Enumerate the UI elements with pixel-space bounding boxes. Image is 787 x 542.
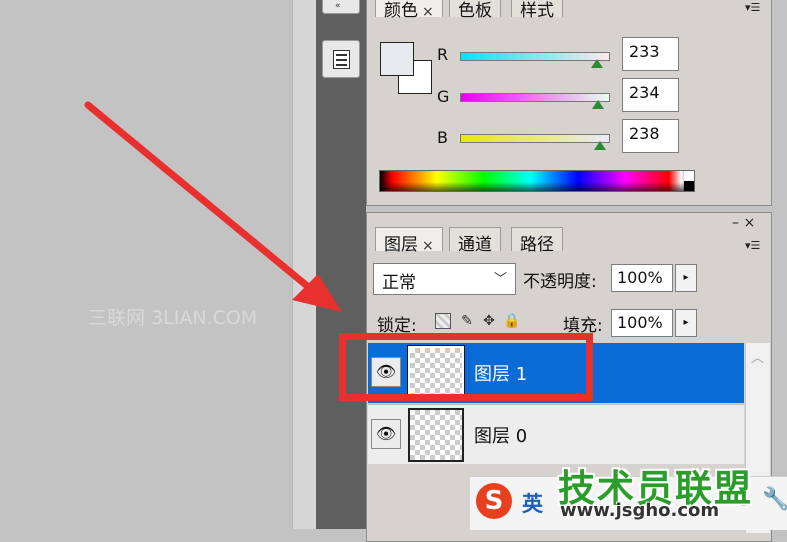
sogou-logo-icon[interactable]: S <box>476 483 512 519</box>
ime-language-toggle[interactable]: 英 <box>522 488 543 518</box>
annotation-highlight-box <box>339 333 593 401</box>
annotation-arrow <box>84 101 342 312</box>
watermark-url: www.jsgho.com <box>560 500 720 521</box>
arrow-shaft <box>84 101 316 294</box>
wrench-icon[interactable]: 🔧 <box>762 487 787 512</box>
